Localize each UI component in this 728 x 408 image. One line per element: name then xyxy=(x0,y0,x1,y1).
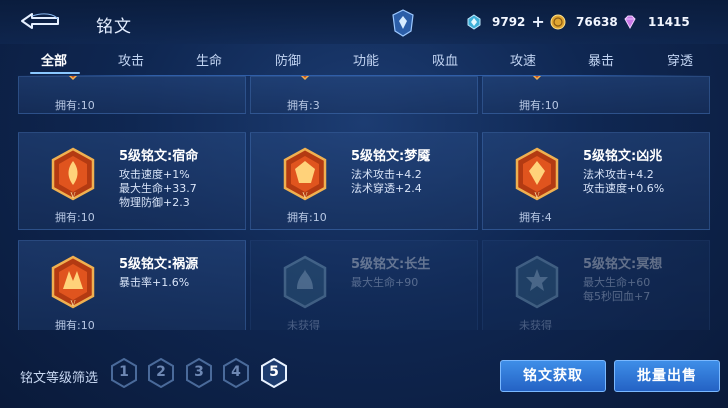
back-arrow-icon[interactable] xyxy=(18,10,62,32)
acquire-inscription-button[interactable]: 铭文获取 xyxy=(500,360,606,392)
level-number: 2 xyxy=(156,364,166,380)
inscription-badge-icon xyxy=(532,76,542,81)
inscription-badge-icon xyxy=(300,76,310,81)
inscription-attr: 暴击率+1.6% xyxy=(119,276,190,289)
tab-penetration[interactable]: 穿透 xyxy=(650,50,710,69)
level-filter-4[interactable]: 4 xyxy=(222,357,250,389)
bulk-sell-button[interactable]: 批量出售 xyxy=(614,360,720,392)
inscription-card-meditation[interactable]: 5级铭文:冥想 最大生命+60 每5秒回血+7 未获得 xyxy=(482,240,710,330)
meditation-inscription-icon xyxy=(515,255,559,309)
inscription-card[interactable]: 拥有:3 xyxy=(250,76,478,114)
tab-attack-speed[interactable]: 攻速 xyxy=(493,50,553,69)
level-number: 3 xyxy=(194,364,204,380)
owned-count: 拥有:10 xyxy=(287,211,327,224)
inscription-name: 5级铭文:长生 xyxy=(351,257,431,272)
svg-text:V: V xyxy=(69,300,76,308)
diamond-balance: 11415 xyxy=(622,12,690,32)
tab-utility[interactable]: 功能 xyxy=(336,50,396,69)
level-number: 5 xyxy=(269,364,279,380)
tab-lifesteal[interactable]: 吸血 xyxy=(415,50,475,69)
owned-count: 未获得 xyxy=(287,319,320,330)
page-title: 铭文 xyxy=(96,17,132,37)
owned-count: 拥有:10 xyxy=(55,319,95,330)
svg-text:V: V xyxy=(533,192,540,200)
crystal-amount: 9792 xyxy=(492,15,526,29)
owned-count: 拥有:3 xyxy=(287,99,320,112)
collection-crest-icon[interactable] xyxy=(392,9,414,37)
diamond-amount: 11415 xyxy=(648,15,690,29)
inscription-name: 5级铭文:宿命 xyxy=(119,149,199,164)
svg-text:V: V xyxy=(69,192,76,200)
inscription-attr: 物理防御+2.3 xyxy=(119,196,190,209)
crystal-balance: 9792 + xyxy=(466,12,545,32)
top-bar: 铭文 9792 + 76638 11415 xyxy=(0,0,728,44)
category-tabs: 全部 攻击 生命 防御 功能 吸血 攻速 暴击 穿透 xyxy=(0,46,728,76)
inscription-badge-icon xyxy=(68,76,78,81)
inscription-card[interactable]: 拥有:10 xyxy=(482,76,710,114)
tab-attack[interactable]: 攻击 xyxy=(101,50,161,69)
level-number: 1 xyxy=(119,364,129,380)
longevity-inscription-icon xyxy=(283,255,327,309)
inscription-attr: 每5秒回血+7 xyxy=(583,290,651,303)
level-filter-2[interactable]: 2 xyxy=(147,357,175,389)
tab-health[interactable]: 生命 xyxy=(179,50,239,69)
level-filter-5[interactable]: 5 xyxy=(260,357,288,389)
inscription-attr: 最大生命+90 xyxy=(351,276,419,289)
tab-critical[interactable]: 暴击 xyxy=(571,50,631,69)
inscription-card-omen[interactable]: V 5级铭文:凶兆 法术攻击+4.2 攻击速度+0.6% 拥有:4 xyxy=(482,132,710,230)
inscription-name: 5级铭文:祸源 xyxy=(119,257,199,272)
add-crystal-button[interactable]: + xyxy=(531,14,544,30)
gold-balance: 76638 xyxy=(550,12,618,32)
svg-text:V: V xyxy=(301,192,308,200)
crystal-icon xyxy=(467,14,481,30)
fate-inscription-icon: V xyxy=(51,147,95,201)
tab-defense[interactable]: 防御 xyxy=(258,50,318,69)
inscription-card-nightmare[interactable]: V 5级铭文:梦魇 法术攻击+4.2 法术穿透+2.4 拥有:10 xyxy=(250,132,478,230)
inscription-grid[interactable]: 拥有:10 拥有:3 拥有:10 V 5级铭文:宿命 攻击速度+1% 最大生命+… xyxy=(0,76,728,330)
inscription-name: 5级铭文:凶兆 xyxy=(583,149,663,164)
level-filter-label: 铭文等级筛选 xyxy=(20,371,99,386)
tab-all[interactable]: 全部 xyxy=(24,50,84,69)
inscription-name: 5级铭文:梦魇 xyxy=(351,149,431,164)
owned-count: 拥有:10 xyxy=(55,99,95,112)
inscription-attr: 法术穿透+2.4 xyxy=(351,182,422,195)
owned-count: 拥有:4 xyxy=(519,211,552,224)
omen-inscription-icon: V xyxy=(515,147,559,201)
gold-coin-icon xyxy=(550,14,566,30)
bottom-bar: 铭文等级筛选 1 2 3 4 5 铭文获取 批量出售 xyxy=(0,340,728,408)
owned-count: 拥有:10 xyxy=(55,211,95,224)
inscription-name: 5级铭文:冥想 xyxy=(583,257,663,272)
inscription-card[interactable]: 拥有:10 xyxy=(18,76,246,114)
gold-amount: 76638 xyxy=(576,15,618,29)
nightmare-inscription-icon: V xyxy=(283,147,327,201)
active-tab-indicator xyxy=(30,72,80,74)
inscription-card-longevity[interactable]: 5级铭文:长生 最大生命+90 未获得 xyxy=(250,240,478,330)
calamity-inscription-icon: V xyxy=(51,255,95,309)
owned-count: 拥有:10 xyxy=(519,99,559,112)
level-number: 4 xyxy=(231,364,241,380)
inscription-attr: 攻击速度+0.6% xyxy=(583,182,665,195)
level-filter-3[interactable]: 3 xyxy=(185,357,213,389)
owned-count: 未获得 xyxy=(519,319,552,330)
inscription-card-fate[interactable]: V 5级铭文:宿命 攻击速度+1% 最大生命+33.7 物理防御+2.3 拥有:… xyxy=(18,132,246,230)
level-filter-1[interactable]: 1 xyxy=(110,357,138,389)
diamond-icon xyxy=(624,15,636,30)
inscription-card-calamity[interactable]: V 5级铭文:祸源 暴击率+1.6% 拥有:10 xyxy=(18,240,246,330)
